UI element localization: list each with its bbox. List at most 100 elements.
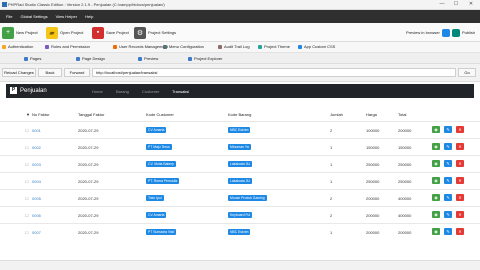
- harga-cell: 150000: [366, 145, 380, 150]
- edit-button[interactable]: ✎: [444, 160, 452, 167]
- delete-button[interactable]: ✕: [456, 228, 464, 235]
- delete-button[interactable]: ✕: [456, 143, 464, 150]
- kode-customer-chip[interactable]: CV Amarta: [146, 212, 167, 218]
- col-kode-customer[interactable]: Kode Customer: [146, 112, 174, 117]
- tab-project-explorer[interactable]: Project Explorer: [188, 56, 222, 61]
- code-icon: [298, 44, 302, 49]
- kode-customer-chip[interactable]: Toko Ipul: [146, 195, 164, 201]
- row-checkbox[interactable]: ☐: [25, 145, 29, 150]
- tab-preview[interactable]: Preview: [138, 56, 158, 61]
- tab-page-design-label: Page Design: [82, 56, 105, 61]
- tab-pages[interactable]: Pages: [24, 56, 41, 61]
- tab-page-design[interactable]: Page Design: [76, 56, 105, 61]
- back-button[interactable]: Back: [38, 68, 62, 77]
- col-tanggal-faktur[interactable]: Tanggal Faktur: [78, 112, 104, 117]
- go-button[interactable]: Go: [458, 68, 476, 77]
- kode-customer-chip[interactable]: PT Sumadra Visit: [146, 229, 177, 235]
- col-no-faktur[interactable]: No Faktur: [32, 112, 50, 117]
- col-jumlah[interactable]: Jumlah: [330, 112, 343, 117]
- edit-button[interactable]: ✎: [444, 126, 452, 133]
- project-theme-item[interactable]: Project Theme: [258, 44, 290, 49]
- kode-barang-chip[interactable]: NBC Eskrim: [228, 229, 251, 235]
- menu-global-settings[interactable]: Global Settings: [20, 14, 47, 19]
- globe-icon: [441, 28, 450, 37]
- nav-transaksi[interactable]: Transaksi: [172, 89, 189, 94]
- edit-button[interactable]: ✎: [444, 177, 452, 184]
- view-button[interactable]: ◉: [432, 194, 440, 201]
- edit-button[interactable]: ✎: [444, 228, 452, 235]
- user-records-item[interactable]: User Records Management: [113, 44, 168, 49]
- view-button[interactable]: ◉: [432, 160, 440, 167]
- delete-button[interactable]: ✕: [456, 177, 464, 184]
- open-project-button[interactable]: ▰ Open Project: [46, 25, 83, 40]
- delete-button[interactable]: ✕: [456, 126, 464, 133]
- kode-barang-chip[interactable]: Keyboard Ful: [228, 212, 253, 218]
- kode-customer-chip[interactable]: PT Maju Terus: [146, 144, 172, 150]
- nav-barang[interactable]: Barang: [116, 89, 129, 94]
- sort-icon[interactable]: ▼: [26, 112, 30, 117]
- authentication-item[interactable]: Authentication: [2, 44, 33, 49]
- kode-barang-chip[interactable]: Lakaloata 3U: [228, 161, 252, 167]
- kode-barang-chip[interactable]: Minuman Ya: [228, 144, 251, 150]
- delete-button[interactable]: ✕: [456, 194, 464, 201]
- reload-changes-button[interactable]: Reload Changes: [2, 68, 36, 77]
- view-button[interactable]: ◉: [432, 177, 440, 184]
- row-checkbox[interactable]: ☐: [25, 230, 29, 235]
- kode-barang-chip[interactable]: NBC Eskrim: [228, 127, 251, 133]
- kode-customer-chip[interactable]: CV. Mulia Bakery: [146, 161, 176, 167]
- kode-customer-chip[interactable]: PT. Roma Pemudia: [146, 178, 180, 184]
- menu-view-helper[interactable]: View Helper: [56, 14, 78, 19]
- tanggal-faktur-cell: 2020-07-29: [78, 162, 99, 167]
- maximize-button[interactable]: ☐: [450, 1, 462, 8]
- edit-button[interactable]: ✎: [444, 194, 452, 201]
- new-project-button[interactable]: + New Project: [2, 25, 38, 40]
- view-button[interactable]: ◉: [432, 126, 440, 133]
- tanggal-faktur-cell: 2020-07-29: [78, 230, 99, 235]
- pages-icon: [24, 56, 28, 61]
- publish-button[interactable]: Publish: [452, 25, 475, 40]
- delete-button[interactable]: ✕: [456, 160, 464, 167]
- audit-trail-item[interactable]: Audit Trail Log: [218, 44, 250, 49]
- harga-cell: 200000: [366, 213, 380, 218]
- close-window-button[interactable]: ✕: [465, 1, 477, 8]
- menu-file[interactable]: File: [6, 14, 12, 19]
- save-project-button[interactable]: ▪ Save Project: [92, 25, 129, 40]
- menu-help[interactable]: Help: [85, 14, 93, 19]
- delete-button[interactable]: ✕: [456, 211, 464, 218]
- edit-button[interactable]: ✎: [444, 143, 452, 150]
- no-faktur-link[interactable]: 0002: [32, 145, 41, 150]
- project-settings-button[interactable]: ⚙ Project Settings: [134, 25, 176, 40]
- no-faktur-link[interactable]: 0004: [32, 179, 41, 184]
- no-faktur-link[interactable]: 0007: [32, 230, 41, 235]
- row-checkbox[interactable]: ☐: [25, 196, 29, 201]
- kode-barang-chip[interactable]: Lakaloata 3U: [228, 178, 252, 184]
- preview-in-browser-button[interactable]: Preview in browser: [406, 25, 452, 40]
- no-faktur-link[interactable]: 0006: [32, 213, 41, 218]
- view-button[interactable]: ◉: [432, 211, 440, 218]
- row-checkbox[interactable]: ☐: [25, 128, 29, 133]
- row-checkbox[interactable]: ☐: [25, 162, 29, 167]
- menu-configuration-item[interactable]: Menu Configuration: [163, 44, 204, 49]
- kode-customer-chip[interactable]: CV Amarta: [146, 127, 167, 133]
- kode-barang-chip[interactable]: Mouse Produk Gaming: [228, 195, 267, 201]
- app-brand[interactable]: P Penjualan: [10, 87, 47, 94]
- row-checkbox[interactable]: ☐: [25, 213, 29, 218]
- no-faktur-link[interactable]: 0001: [32, 128, 41, 133]
- minimize-button[interactable]: —: [436, 1, 448, 8]
- no-faktur-link[interactable]: 0003: [32, 162, 41, 167]
- nav-customer[interactable]: Customer: [142, 89, 159, 94]
- col-kode-barang[interactable]: Kode Barang: [228, 112, 251, 117]
- roles-permission-item[interactable]: Roles and Permission: [45, 44, 90, 49]
- url-input[interactable]: http://localhost/penjualan/transaksi: [92, 68, 456, 77]
- forward-button[interactable]: Forward: [64, 68, 90, 77]
- col-total[interactable]: Total: [398, 112, 406, 117]
- nav-home[interactable]: Home: [92, 89, 103, 94]
- function-bar: Authentication Roles and Permission User…: [0, 42, 480, 53]
- no-faktur-link[interactable]: 0005: [32, 196, 41, 201]
- view-button[interactable]: ◉: [432, 143, 440, 150]
- col-harga[interactable]: Harga: [366, 112, 377, 117]
- edit-button[interactable]: ✎: [444, 211, 452, 218]
- view-button[interactable]: ◉: [432, 228, 440, 235]
- row-checkbox[interactable]: ☐: [25, 179, 29, 184]
- custom-css-item[interactable]: App Custom CSS: [298, 44, 335, 49]
